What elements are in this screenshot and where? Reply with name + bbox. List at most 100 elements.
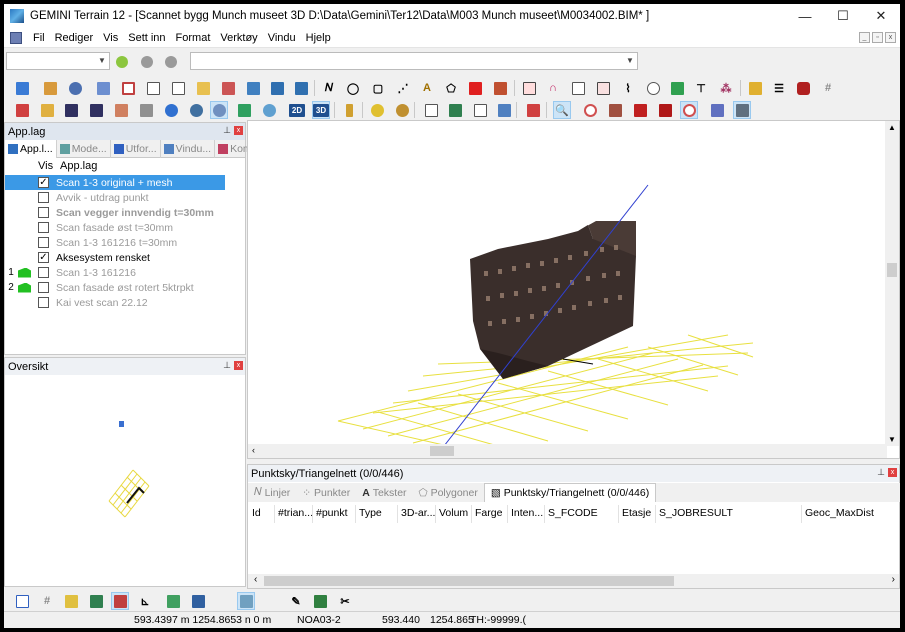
column-header[interactable]: #trian... [278,507,313,519]
tab-punkter[interactable]: ⁘ Punkter [296,483,356,502]
scroll-thumb[interactable] [430,446,454,456]
layer-row[interactable]: Avvik - utdrag punkt [5,190,225,205]
pin-icon[interactable]: ⊥ [877,467,885,478]
layer-row[interactable]: 2 Scan fasade øst rotert 5ktrpkt [5,280,225,295]
polyline-icon[interactable]: 𝑁 [320,79,338,97]
tab-punktsky[interactable]: ▧ Punktsky/Triangelnett (0/0/446) [483,483,657,502]
polygon-icon[interactable]: ⬠ [442,79,460,97]
3d-viewport[interactable]: ▲ ▼ ‹ [247,120,900,459]
close-icon[interactable]: x [888,468,897,477]
export-icon[interactable] [112,101,130,119]
column-separator[interactable] [471,505,472,523]
layer-row[interactable]: 1 Scan 1-3 161216 [5,265,225,280]
status-gray-icon[interactable] [165,56,177,68]
menu-verktoy[interactable]: Verktøy [215,32,262,44]
column-header[interactable]: S_FCODE [548,507,598,519]
column-separator[interactable] [801,505,802,523]
status-gray-icon[interactable] [141,56,153,68]
layer-dropdown[interactable]: ▼ [6,52,110,70]
eraser-icon[interactable] [794,79,812,97]
scroll-left-icon[interactable]: ‹ [254,574,257,585]
column-header[interactable]: S_JOBRESULT [659,507,733,519]
mdi-restore-button[interactable]: ▫ [872,32,883,43]
grid-snap-icon[interactable]: # [38,592,56,610]
mdi-close-button[interactable]: x [885,32,896,43]
frame2-icon[interactable] [169,79,187,97]
network-icon[interactable]: ⁂ [717,79,735,97]
layer-row[interactable]: ✓ Scan 1-3 original + mesh [5,175,225,190]
column-separator[interactable] [507,505,508,523]
column-header[interactable]: Geoc_MaxDist [805,507,874,519]
world-icon[interactable] [260,101,278,119]
image-icon[interactable] [520,79,538,97]
menu-rediger[interactable]: Rediger [50,32,99,44]
filled-polygon-icon[interactable] [466,79,484,97]
sheet-icon[interactable] [194,79,212,97]
tab-vindu[interactable]: Vindu... [161,140,216,158]
table-icon[interactable] [94,79,112,97]
pipe-icon[interactable]: ⊤ [692,79,710,97]
arc-icon[interactable]: ∩ [544,79,562,97]
column-header[interactable]: Id [252,507,261,519]
rotate-icon[interactable] [680,101,698,119]
undo-icon[interactable] [66,79,84,97]
overview-map[interactable] [5,376,245,586]
tab-linjer[interactable]: 𝑁 Linjer [248,483,296,502]
circle-icon[interactable]: ◯ [344,79,362,97]
section-icon[interactable] [524,101,542,119]
new-icon[interactable] [13,101,31,119]
print-icon[interactable] [137,101,155,119]
hash-icon[interactable]: # [819,79,837,97]
layer-row[interactable]: Kai vest scan 22.12 [5,295,225,310]
cube-icon[interactable] [235,101,253,119]
window-icon[interactable] [495,101,513,119]
column-separator[interactable] [274,505,275,523]
visibility-checkbox[interactable] [38,237,49,248]
tab-polygoner[interactable]: ⬠ Polygoner [413,483,484,502]
layer-row[interactable]: Scan 1-3 161216 t=30mm [5,235,225,250]
solid-box-icon[interactable] [606,101,624,119]
roll-icon[interactable] [746,79,764,97]
sphere-red-icon[interactable] [581,101,599,119]
column-separator[interactable] [435,505,436,523]
snap-icon[interactable] [13,592,31,610]
save-icon[interactable] [62,101,80,119]
tile-icon[interactable] [189,592,207,610]
column-separator[interactable] [312,505,313,523]
scroll-up-icon[interactable]: ▲ [888,123,896,132]
layers-icon[interactable] [244,79,262,97]
vertical-scrollbar[interactable]: ▲ ▼ [885,121,899,446]
column-separator[interactable] [355,505,356,523]
mdi-minimize-button[interactable]: _ [859,32,870,43]
scroll-right-icon[interactable]: › [892,574,895,585]
tab-tekster[interactable]: A Tekster [356,483,412,502]
open-icon[interactable] [41,79,59,97]
zoom-icon[interactable]: 🔍 [553,101,571,119]
column-header[interactable]: #punkt [316,507,348,519]
close-icon[interactable]: x [234,126,243,135]
scroll-thumb[interactable] [887,263,897,277]
visibility-checkbox[interactable] [38,267,49,278]
copy-icon[interactable] [422,101,440,119]
column-header[interactable]: Inten... [511,507,543,519]
scroll-thumb[interactable] [264,576,674,586]
pin-icon[interactable]: ⊥ [223,125,231,136]
3d-scene[interactable] [248,121,887,446]
points-icon[interactable]: ⋰ [394,79,412,97]
tab-utforsker[interactable]: Utfor... [111,140,161,158]
box-icon[interactable] [446,101,464,119]
import-icon[interactable] [13,79,31,97]
eye-view-icon[interactable] [210,101,228,119]
visibility-checkbox[interactable] [38,192,49,203]
bottle-icon[interactable] [340,101,358,119]
visibility-checkbox[interactable] [38,207,49,218]
frame-icon[interactable] [144,79,162,97]
3d-icon[interactable]: 3D [312,101,330,119]
magnet-icon[interactable] [268,79,286,97]
2d-icon[interactable]: 2D [288,101,306,119]
red-box-icon[interactable] [631,101,649,119]
fit-icon[interactable] [471,101,489,119]
close-icon[interactable]: x [234,361,243,370]
column-header[interactable]: Volum [439,507,468,519]
column-separator[interactable] [655,505,656,523]
